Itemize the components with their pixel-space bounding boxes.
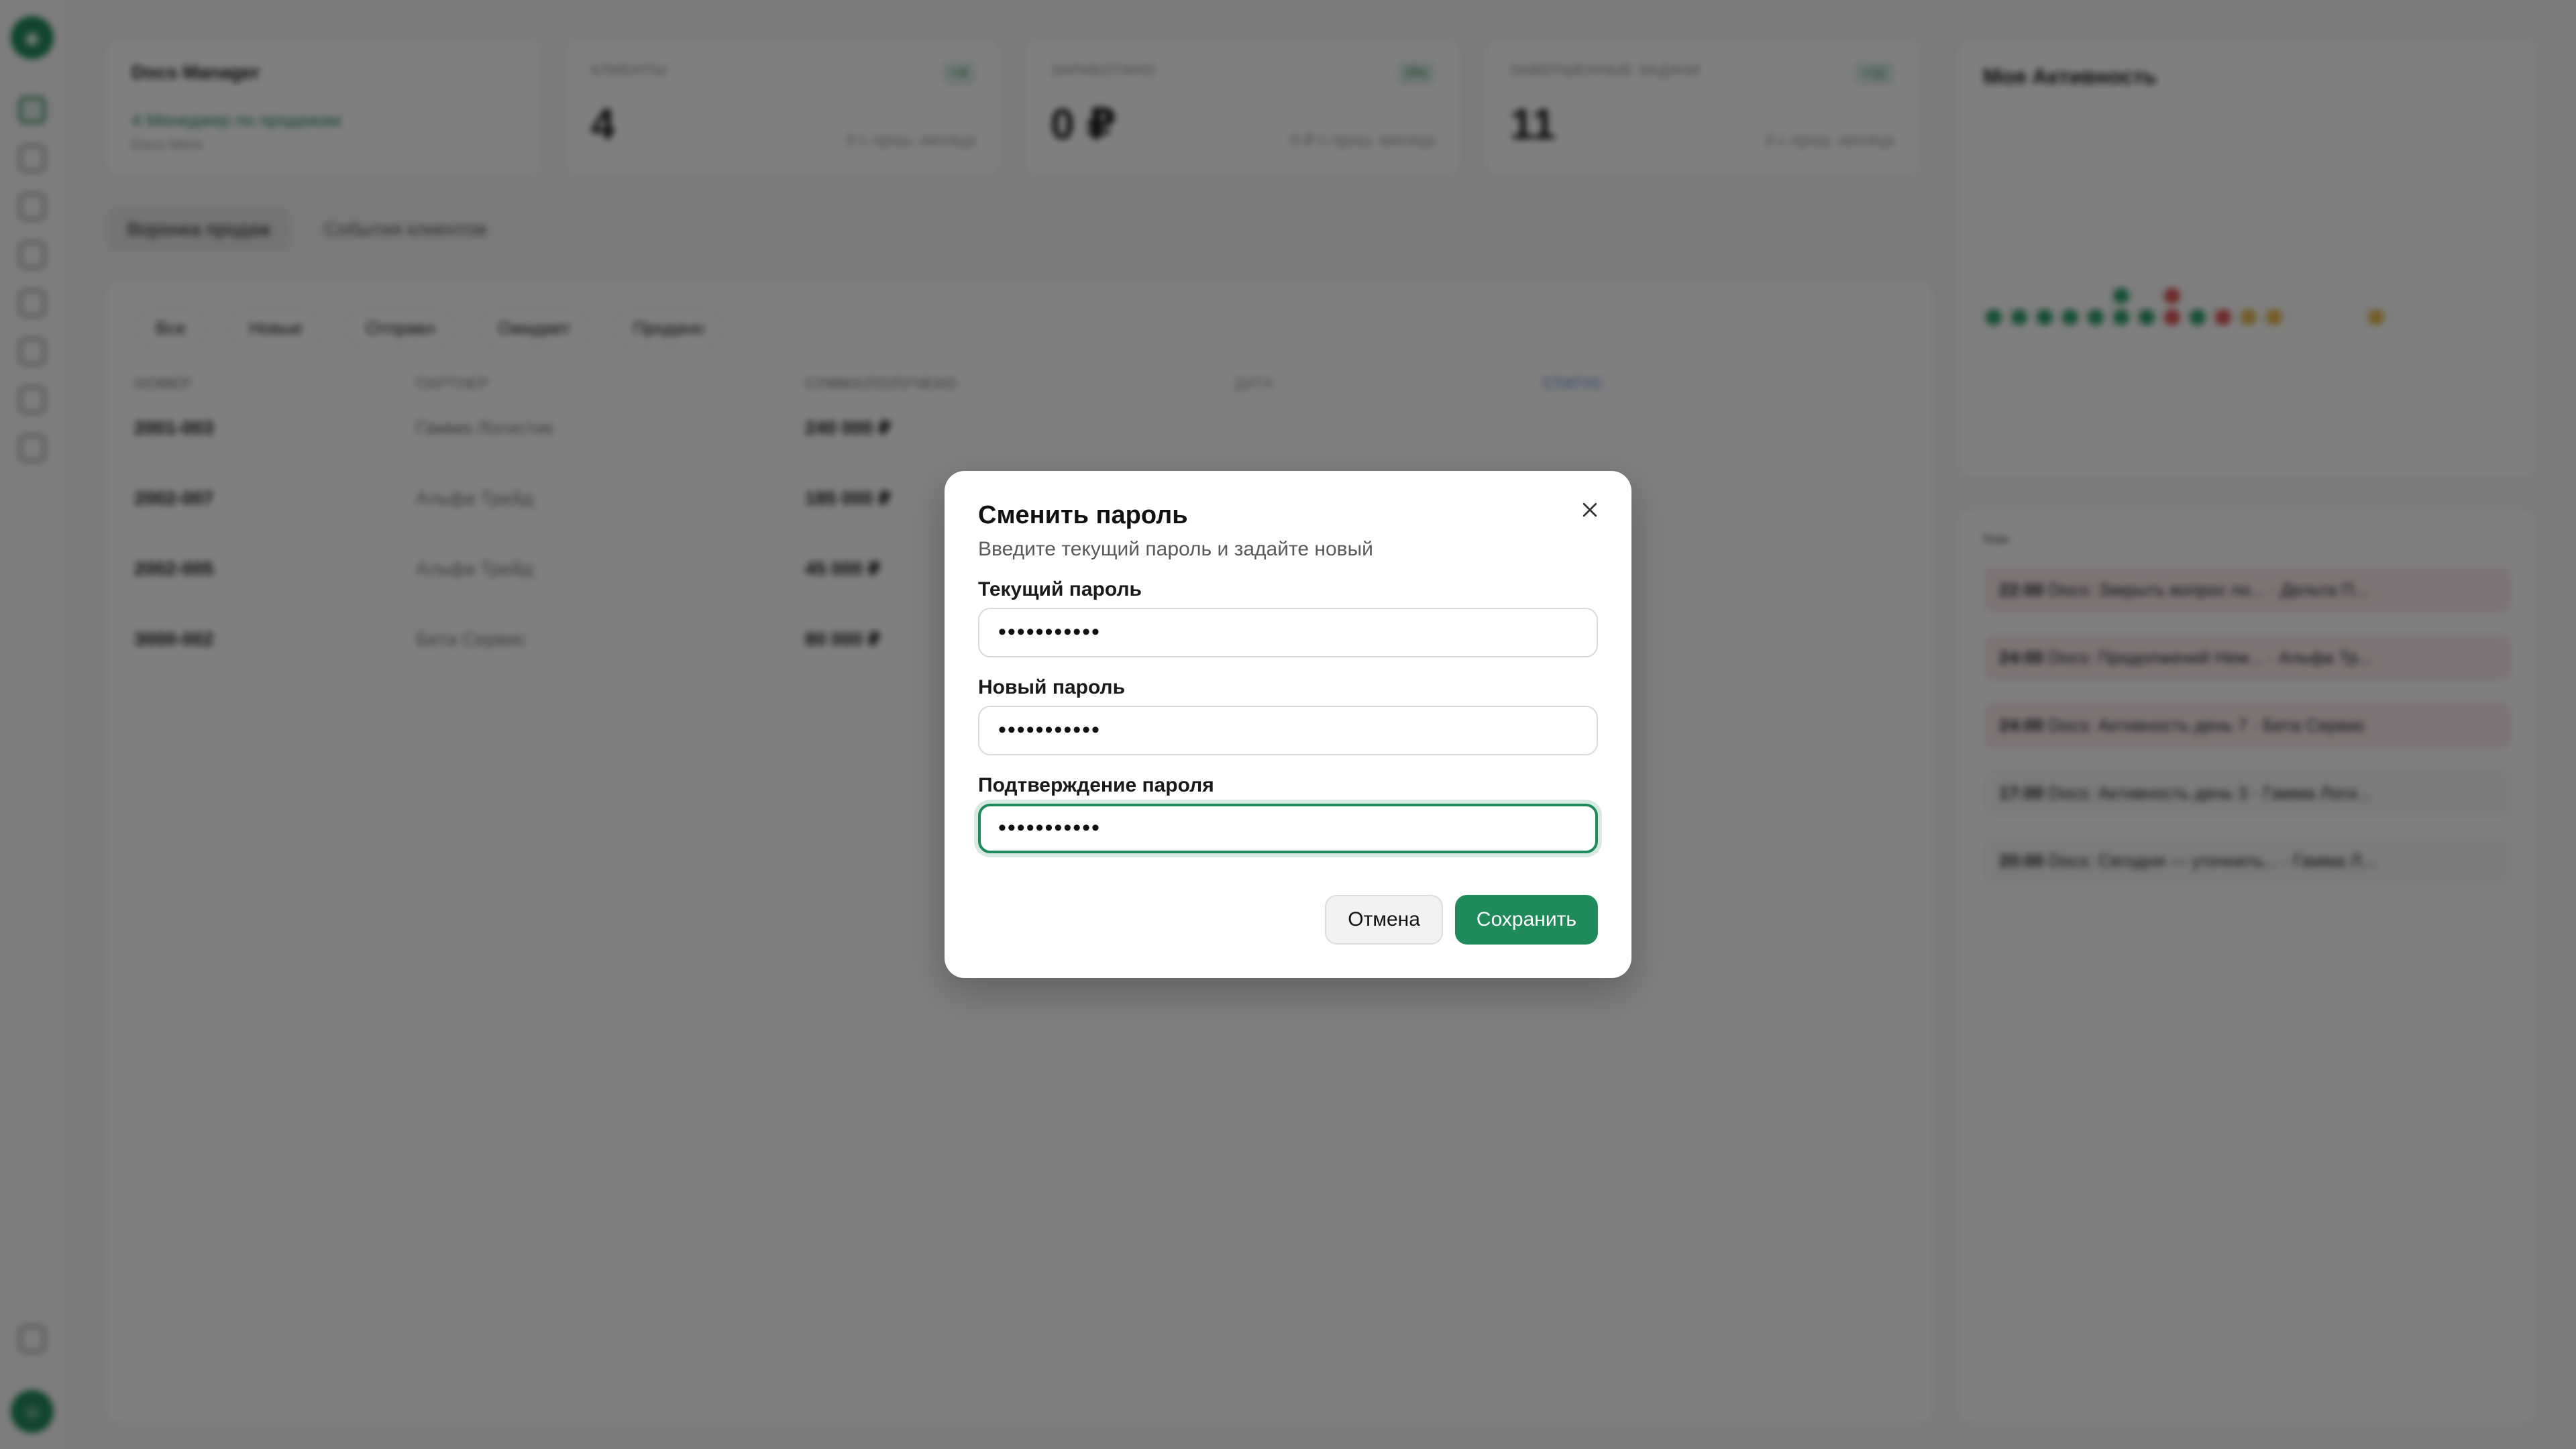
current-password-field[interactable] — [978, 607, 1598, 657]
current-password-label: Текущий пароль — [978, 578, 1142, 600]
dialog-title: Сменить пароль — [978, 501, 1188, 529]
confirm-password-label: Подтверждение пароля — [978, 773, 1214, 796]
change-password-dialog: Сменить пароль Введите текущий пароль и … — [945, 471, 1631, 978]
cancel-button[interactable]: Отмена — [1325, 895, 1443, 945]
new-password-field[interactable] — [978, 705, 1598, 755]
dialog-description: Введите текущий пароль и задайте новый — [978, 537, 1373, 560]
save-button[interactable]: Сохранить — [1454, 895, 1598, 945]
new-password-label: Новый пароль — [978, 676, 1126, 698]
close-button[interactable] — [1571, 491, 1609, 529]
confirm-password-field[interactable] — [978, 803, 1598, 853]
dialog-actions: Отмена Сохранить — [1325, 895, 1598, 945]
close-icon — [1582, 502, 1597, 517]
